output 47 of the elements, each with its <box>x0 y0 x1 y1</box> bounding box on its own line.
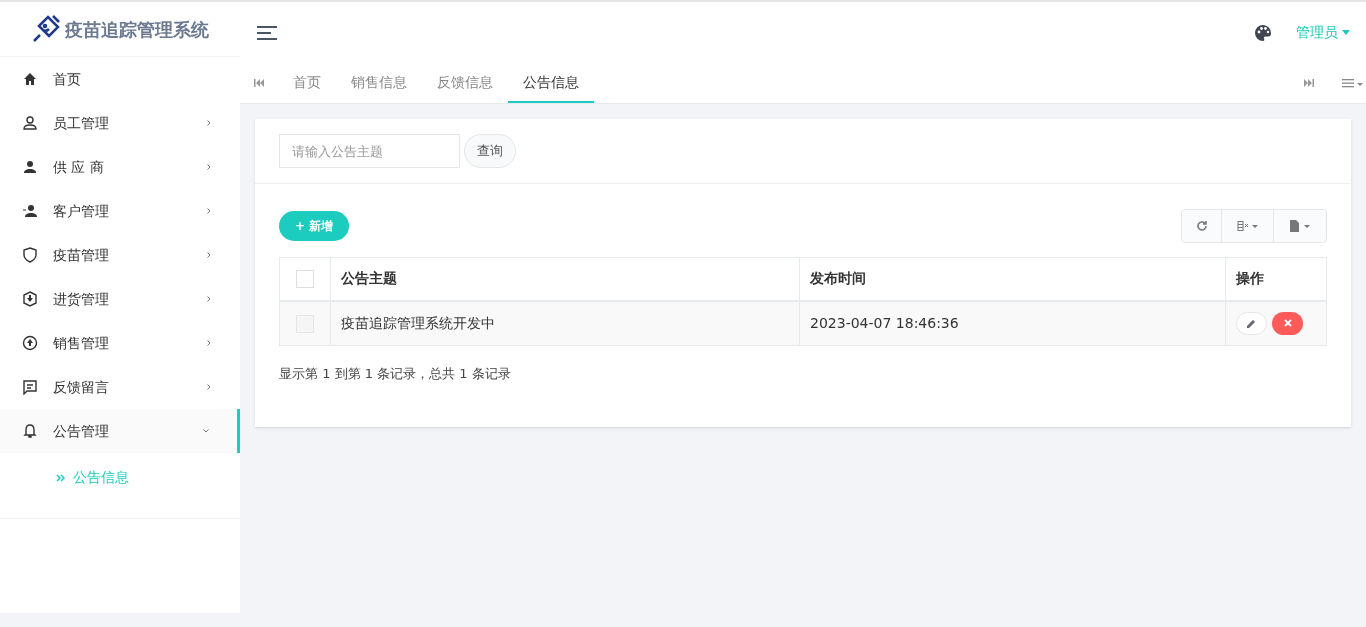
tab[interactable]: 首页 <box>278 63 336 103</box>
sidebar-item[interactable]: 首页 <box>0 57 240 101</box>
edit-button[interactable] <box>1236 311 1267 335</box>
sidebar-item[interactable]: 员工管理 <box>0 101 240 145</box>
app-title: 疫苗追踪管理系统 <box>65 17 209 42</box>
bell-icon <box>22 423 38 439</box>
first-page-icon[interactable] <box>254 79 264 87</box>
message-icon <box>22 379 38 395</box>
table-cell: 疫苗追踪管理系统开发中 <box>341 314 495 331</box>
tab[interactable]: 公告信息 <box>508 63 594 103</box>
user-icon <box>22 115 38 131</box>
palette-icon[interactable] <box>1254 23 1272 42</box>
sidebar-item[interactable]: 反馈留言 <box>0 365 240 409</box>
close-icon <box>1283 319 1292 328</box>
search-button[interactable]: 查询 <box>464 134 516 168</box>
checkbox[interactable] <box>296 270 314 289</box>
person-icon <box>22 159 38 175</box>
pagination-info: 显示第 1 到第 1 条记录，总共 1 条记录 <box>279 365 512 383</box>
tab[interactable]: 销售信息 <box>336 63 422 103</box>
caret-down-icon <box>1342 30 1350 35</box>
hexagon-down-icon <box>22 291 38 307</box>
tab[interactable]: 反馈信息 <box>422 63 508 103</box>
refresh-icon <box>1195 220 1208 232</box>
sidebar-item[interactable]: 销售管理 <box>0 321 240 365</box>
last-page-icon[interactable] <box>1304 79 1314 87</box>
column-header: 发布时间 <box>810 270 866 287</box>
sidebar-item[interactable]: 公告管理 <box>0 409 240 453</box>
column-header: 操作 <box>1236 270 1264 287</box>
double-chevron-icon <box>56 473 65 482</box>
delete-button[interactable] <box>1272 311 1303 335</box>
search-field[interactable]: 请输入公告主题 <box>279 134 460 168</box>
column-header: 公告主题 <box>341 270 397 287</box>
list-dropdown-icon[interactable] <box>1342 78 1364 88</box>
person-plus-icon <box>22 203 38 219</box>
columns-icon <box>1236 221 1259 231</box>
home-icon <box>22 71 38 87</box>
sidebar-item[interactable]: 供 应 商 <box>0 145 240 189</box>
sidebar-item[interactable]: 疫苗管理 <box>0 233 240 277</box>
syringe-logo-icon <box>31 14 61 44</box>
pencil-icon <box>1247 318 1256 328</box>
sidebar-item[interactable]: 进货管理 <box>0 277 240 321</box>
menu-icon[interactable] <box>256 24 278 41</box>
file-icon <box>1289 220 1311 232</box>
shield-icon <box>22 247 38 263</box>
sidebar-item[interactable]: 客户管理 <box>0 189 240 233</box>
circle-up-icon <box>22 335 38 351</box>
table-cell: 2023-04-07 18:46:36 <box>810 314 959 331</box>
